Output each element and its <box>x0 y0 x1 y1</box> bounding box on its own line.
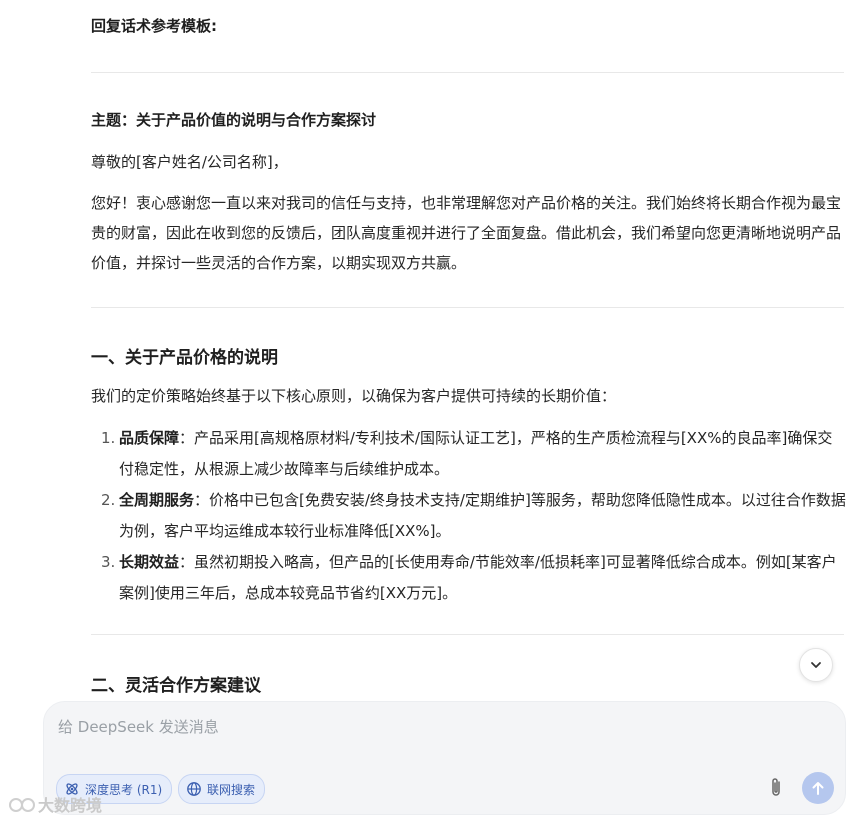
list-number: 2. <box>101 491 116 509</box>
section1-lead: 我们的定价策略始终基于以下核心原则，以确保为客户提供可持续的长期价值： <box>91 387 617 405</box>
web-search-label: 联网搜索 <box>207 782 256 797</box>
globe-icon <box>187 782 201 796</box>
item-text: ：虽然初期投入略高，但产品的[长使用寿命/节能效率/低损耗率]可显著降低综合成本… <box>119 553 837 602</box>
divider <box>91 634 844 635</box>
divider <box>91 72 844 73</box>
watermark: 大数跨境 <box>8 792 102 816</box>
intro-paragraph: 您好！衷心感谢您一直以来对我司的信任与支持，也非常理解您对产品价格的关注。我们始… <box>91 194 842 272</box>
send-button[interactable] <box>802 772 834 804</box>
web-search-button[interactable]: 联网搜索 <box>178 774 266 804</box>
template-title: 回复话术参考模板: <box>91 17 217 35</box>
watermark-text: 大数跨境 <box>38 796 103 815</box>
attach-file-button[interactable] <box>762 774 790 802</box>
subject-line: 主题：关于产品价值的说明与合作方案探讨 <box>91 111 377 129</box>
item-text: ：产品采用[高规格原材料/专利技术/国际认证工艺]，严格的生产质检流程与[XX%… <box>119 429 833 478</box>
watermark-logo-icon <box>9 798 35 812</box>
section1-heading: 一、关于产品价格的说明 <box>91 348 278 368</box>
item-label: 长期效益 <box>119 553 180 571</box>
section2-heading: 二、灵活合作方案建议 <box>91 676 261 696</box>
item-text: ：价格中已包含[免费安装/终身技术支持/定期维护]等服务，帮助您降低隐性成本。以… <box>119 491 846 540</box>
list-number: 3. <box>101 553 116 571</box>
message-input[interactable]: 给 DeepSeek 发送消息 <box>58 716 219 737</box>
item-label: 全周期服务 <box>119 491 195 509</box>
chevron-down-icon <box>811 662 821 668</box>
item-label: 品质保障 <box>119 429 180 447</box>
value-points-list: 1. 品质保障：产品采用[高规格原材料/专利技术/国际认证工艺]，严格的生产质检流… <box>91 423 846 609</box>
list-item: 1. 品质保障：产品采用[高规格原材料/专利技术/国际认证工艺]，严格的生产质检流… <box>91 423 846 485</box>
list-number: 1. <box>101 429 116 447</box>
greeting: 尊敬的[客户姓名/公司名称]， <box>91 153 288 171</box>
arrow-up-icon <box>812 782 824 795</box>
list-item: 3. 长期效益：虽然初期投入略高，但产品的[长使用寿命/节能效率/低损耗率]可显著… <box>91 547 846 609</box>
message-composer: 给 DeepSeek 发送消息 深度思考 (R1) 联网搜索 <box>43 701 846 815</box>
list-item: 2. 全周期服务：价格中已包含[免费安装/终身技术支持/定期维护]等服务，帮助您降… <box>91 485 846 547</box>
scroll-to-bottom-button[interactable] <box>799 648 833 682</box>
divider <box>91 307 844 308</box>
paperclip-icon <box>772 778 780 796</box>
